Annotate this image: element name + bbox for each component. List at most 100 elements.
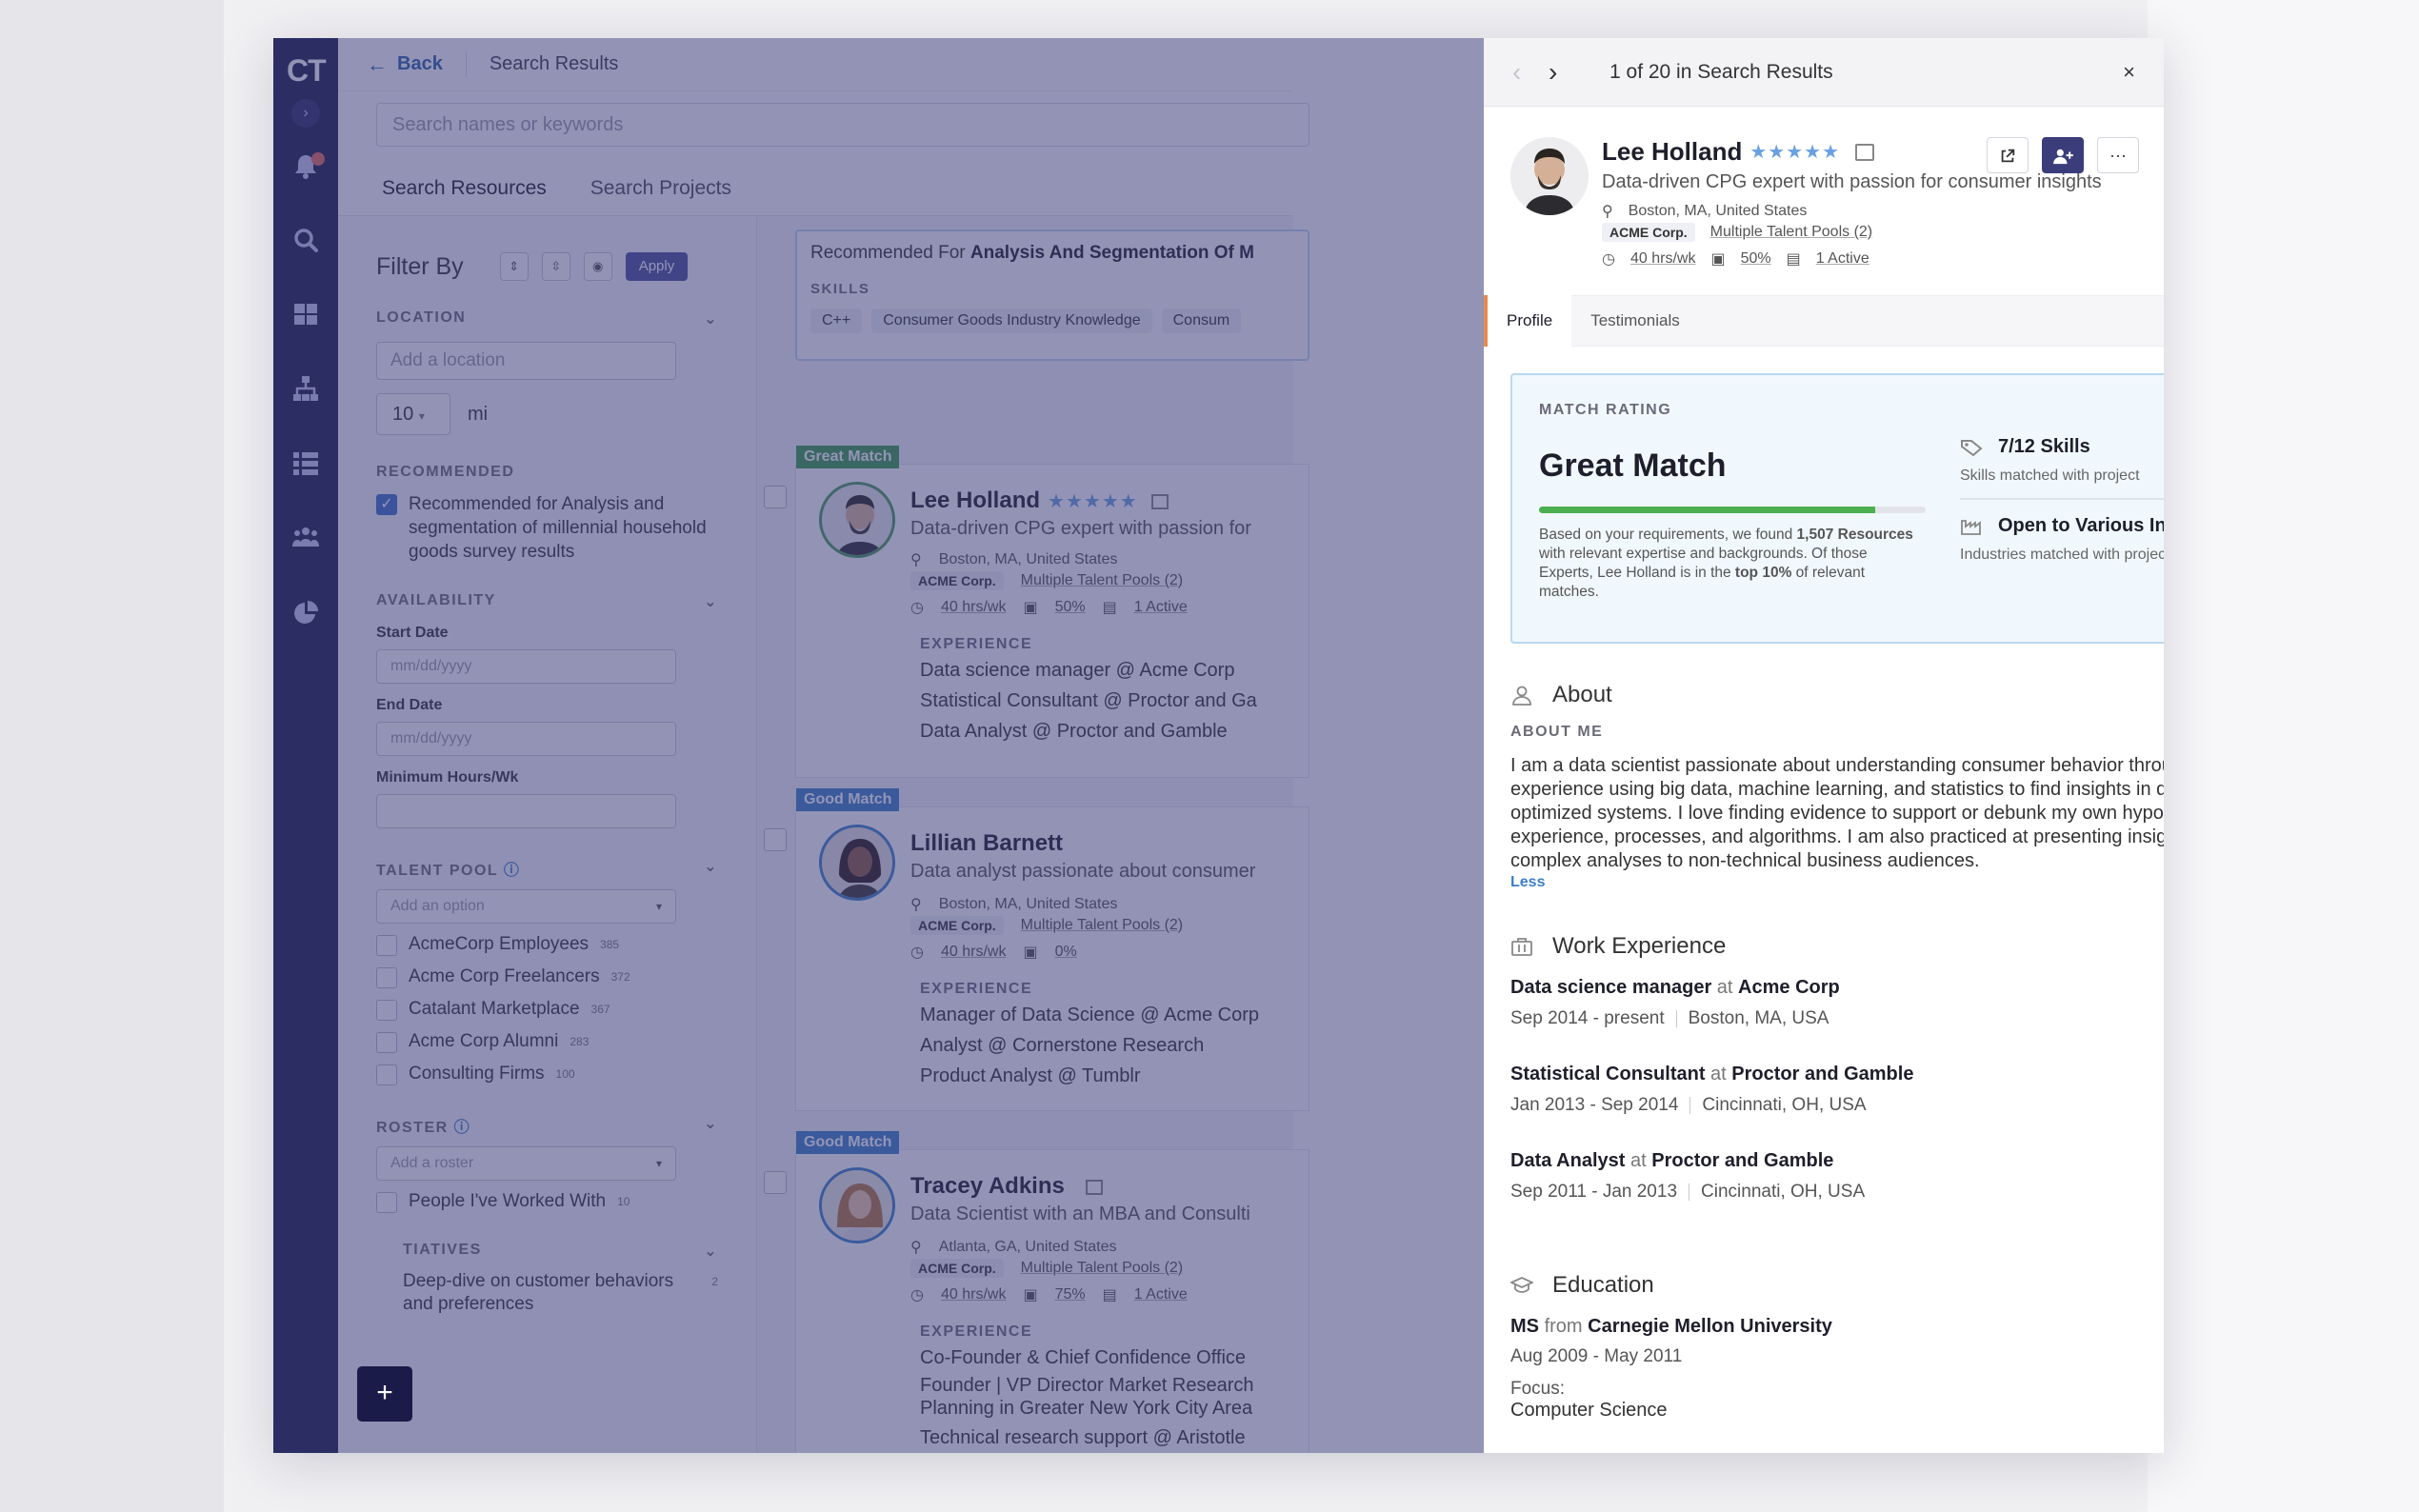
skills-match: 7/12 Skills — [1960, 436, 2164, 458]
location-input[interactable]: Add a location — [376, 342, 676, 380]
active-link[interactable]: 1 Active — [1134, 599, 1188, 616]
result-card[interactable]: Great Match Lee Holland ★★★★★ Data-driven… — [764, 446, 1309, 778]
search-icon[interactable] — [290, 225, 321, 255]
talent-pools-link[interactable]: Multiple Talent Pools (2) — [1710, 224, 1872, 241]
min-hours-input[interactable] — [376, 794, 676, 828]
result-name[interactable]: Lee Holland ★★★★★ — [910, 487, 1169, 514]
checkbox[interactable] — [376, 967, 397, 988]
checkbox[interactable] — [376, 1032, 397, 1053]
user-icon — [1512, 686, 1531, 706]
select-checkbox[interactable] — [764, 828, 787, 851]
active-link[interactable]: 1 Active — [1816, 250, 1869, 268]
arrow-left-icon: ← — [367, 51, 388, 76]
checkbox[interactable] — [376, 935, 397, 956]
section-label: ROSTER — [376, 1120, 449, 1136]
recommended-checkbox-row[interactable]: ✓ Recommended for Analysis and segmentat… — [376, 492, 718, 564]
end-date-input[interactable]: mm/dd/yyyy — [376, 722, 676, 756]
filter-header: Filter By ⇕ ⇳ ◉ Apply — [376, 252, 718, 281]
skill-tag[interactable]: C++ — [810, 308, 863, 333]
company-row: ACME Corp. Multiple Talent Pools (2) — [910, 1259, 1183, 1278]
talent-pool-select[interactable]: Add an option ▾ — [376, 889, 676, 924]
roster-select[interactable]: Add a roster ▾ — [376, 1146, 676, 1181]
talent-pools-link[interactable]: Multiple Talent Pools (2) — [1021, 1260, 1183, 1277]
talent-pool-option[interactable]: AcmeCorp Employees 385 — [376, 933, 718, 956]
hours-link[interactable]: 40 hrs/wk — [941, 1286, 1006, 1303]
recommended-project[interactable]: Analysis And Segmentation Of M — [970, 243, 1254, 263]
show-less-link[interactable]: Less — [1510, 874, 1545, 891]
checkbox[interactable] — [376, 1000, 397, 1021]
people-icon[interactable] — [290, 522, 321, 552]
skill-tag[interactable]: Consum — [1161, 308, 1242, 333]
breadcrumb[interactable]: Search Results — [490, 53, 619, 75]
reset-icon[interactable]: ◉ — [583, 252, 612, 281]
option-label: Consulting Firms — [409, 1064, 545, 1084]
checkbox-checked[interactable]: ✓ — [376, 494, 397, 515]
location-section-header[interactable]: LOCATION ⌄ — [376, 309, 718, 328]
info-icon[interactable]: ⓘ — [454, 1120, 471, 1136]
back-label: Back — [397, 53, 443, 74]
more-options-button[interactable]: ··· — [2097, 137, 2139, 173]
checkbox[interactable] — [376, 1192, 397, 1213]
initiative-option[interactable]: Deep-dive on customer behaviors and pref… — [376, 1270, 718, 1316]
apply-button[interactable]: Apply — [625, 252, 689, 281]
skill-tags: C++ Consumer Goods Industry Knowledge Co… — [810, 308, 1294, 333]
hours-link[interactable]: 40 hrs/wk — [941, 599, 1006, 616]
talent-pool-option[interactable]: Consulting Firms 100 — [376, 1063, 718, 1085]
add-button[interactable]: + — [357, 1366, 412, 1422]
tab-search-projects[interactable]: Search Projects — [585, 171, 737, 219]
dashboard-icon[interactable] — [290, 299, 321, 329]
at-text: at — [1710, 1064, 1727, 1084]
initiatives-section-header[interactable]: TIATIVES ⌄ — [376, 1242, 718, 1261]
talent-pool-option[interactable]: Acme Corp Freelancers 372 — [376, 965, 718, 988]
location-text: Boston, MA, United States — [938, 896, 1118, 912]
select-checkbox[interactable] — [764, 1171, 787, 1194]
talent-pool-section-header[interactable]: TALENT POOL ⓘ ⌄ — [376, 857, 718, 880]
availability-section-header[interactable]: AVAILABILITY ⌄ — [376, 592, 718, 611]
document-icon[interactable] — [1855, 143, 1875, 161]
select-checkbox[interactable] — [764, 486, 787, 508]
match-details: 7/12 Skills Skills matched with project … — [1960, 436, 2164, 564]
roster-section-header[interactable]: ROSTER ⓘ ⌄ — [376, 1114, 718, 1137]
radius-select[interactable]: 10 ▾ — [376, 393, 450, 435]
app-logo[interactable]: CT — [287, 53, 327, 89]
roster-option[interactable]: People I've Worked With 10 — [376, 1190, 718, 1213]
utilization-link[interactable]: 50% — [1741, 250, 1771, 268]
open-external-button[interactable] — [1987, 137, 2029, 173]
search-input[interactable]: Search names or keywords — [376, 103, 1309, 147]
document-icon[interactable] — [1085, 1179, 1103, 1195]
document-icon[interactable] — [1150, 493, 1169, 509]
previous-button[interactable]: ‹ — [1512, 57, 1549, 88]
info-icon[interactable]: ⓘ — [504, 863, 521, 879]
list-icon[interactable] — [290, 448, 321, 478]
collapse-all-icon[interactable]: ⇳ — [541, 252, 570, 281]
utilization-link[interactable]: 0% — [1055, 944, 1077, 961]
utilization-link[interactable]: 50% — [1055, 599, 1086, 616]
tab-search-resources[interactable]: Search Resources — [376, 171, 552, 219]
result-card[interactable]: Good Match Tracey Adkins Data Scientist … — [764, 1131, 1309, 1453]
talent-pool-option[interactable]: Catalant Marketplace 367 — [376, 998, 718, 1021]
clock-icon: ◷ — [910, 945, 924, 961]
expand-all-icon[interactable]: ⇕ — [499, 252, 529, 281]
active-link[interactable]: 1 Active — [1134, 1286, 1188, 1303]
result-name[interactable]: Tracey Adkins — [910, 1173, 1103, 1200]
pie-chart-icon[interactable] — [290, 598, 321, 628]
hours-link[interactable]: 40 hrs/wk — [941, 944, 1006, 961]
hours-link[interactable]: 40 hrs/wk — [1630, 250, 1695, 268]
expand-nav-button[interactable]: › — [291, 99, 320, 128]
start-date-input[interactable]: mm/dd/yyyy — [376, 649, 676, 684]
result-name[interactable]: Lillian Barnett — [910, 830, 1063, 857]
close-button[interactable]: × — [2123, 60, 2135, 85]
org-chart-icon[interactable] — [290, 373, 321, 404]
talent-pools-link[interactable]: Multiple Talent Pools (2) — [1021, 572, 1183, 589]
tab-testimonials[interactable]: Testimonials — [1571, 295, 1699, 347]
skill-tag[interactable]: Consumer Goods Industry Knowledge — [871, 308, 1152, 333]
talent-pools-link[interactable]: Multiple Talent Pools (2) — [1021, 917, 1183, 934]
checkbox[interactable] — [376, 1064, 397, 1085]
utilization-link[interactable]: 75% — [1055, 1286, 1086, 1303]
back-button[interactable]: ← Back — [367, 52, 443, 77]
result-card[interactable]: Good Match Lillian Barnett Data analyst … — [764, 788, 1309, 1111]
talent-pool-option[interactable]: Acme Corp Alumni 283 — [376, 1030, 718, 1053]
next-button[interactable]: › — [1549, 57, 1585, 88]
add-to-project-button[interactable] — [2042, 137, 2084, 173]
tab-profile[interactable]: Profile — [1484, 295, 1572, 347]
